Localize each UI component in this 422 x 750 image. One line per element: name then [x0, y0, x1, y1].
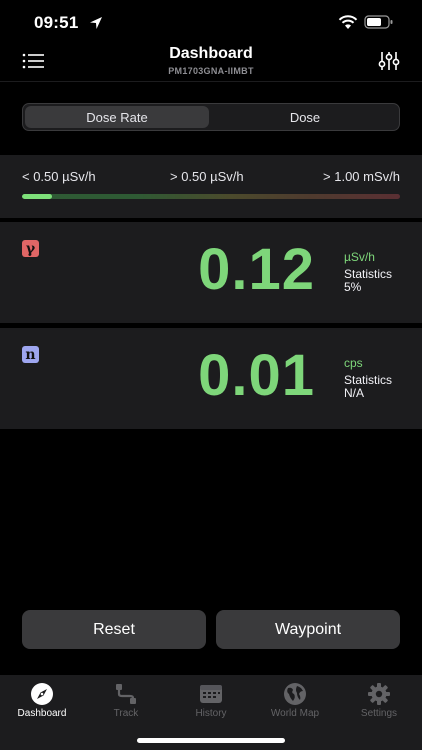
waypoint-button[interactable]: Waypoint [216, 610, 400, 649]
gamma-statistics: Statistics 5% [344, 268, 392, 294]
device-id: PM1703GNA-IIMBT [168, 66, 254, 76]
location-arrow-icon [90, 17, 102, 29]
page-title: Dashboard [169, 45, 253, 62]
tab-settings-label: Settings [360, 708, 398, 719]
calendar-icon [198, 682, 224, 706]
range-label-high: > 1.00 mSv/h [323, 169, 400, 184]
home-indicator[interactable] [137, 738, 285, 743]
tab-dashboard[interactable]: Dashboard [0, 682, 84, 719]
compass-icon [29, 682, 55, 706]
nav-divider [0, 81, 422, 82]
neutron-badge-icon: n [22, 346, 39, 363]
tab-world-map[interactable]: World Map [253, 682, 337, 719]
tab-settings[interactable]: Settings [337, 682, 421, 719]
range-label-low: < 0.50 µSv/h [22, 169, 96, 184]
wifi-icon [338, 15, 358, 29]
gamma-card: γ 0.12 µSv/h Statistics 5% [0, 222, 422, 323]
status-time: 09:51 [34, 13, 79, 32]
sliders-icon[interactable] [378, 51, 400, 71]
segment-dose[interactable]: Dose [213, 106, 397, 128]
tab-track[interactable]: Track [84, 682, 168, 719]
range-label-mid: > 0.50 µSv/h [170, 169, 244, 184]
neutron-value: 0.01 [198, 343, 315, 408]
battery-icon [364, 15, 393, 29]
globe-icon [282, 682, 308, 706]
neutron-unit: cps [344, 356, 363, 370]
tab-history-label: History [195, 708, 227, 719]
segment-dose-rate[interactable]: Dose Rate [25, 106, 209, 128]
reset-button[interactable]: Reset [22, 610, 206, 649]
gamma-unit: µSv/h [344, 250, 375, 264]
gear-icon [366, 682, 392, 706]
range-level-fill [22, 194, 53, 199]
range-level-bar [22, 194, 400, 199]
mode-segmented-control: Dose Rate Dose [22, 103, 400, 131]
gamma-stat-value: 5% [344, 280, 362, 294]
dose-rate-range-panel: < 0.50 µSv/h > 0.50 µSv/h > 1.00 mSv/h [0, 155, 422, 218]
tab-history[interactable]: History [169, 682, 253, 719]
tab-world-map-label: World Map [270, 708, 320, 719]
tab-dashboard-label: Dashboard [17, 708, 67, 719]
tab-track-label: Track [113, 708, 139, 719]
gamma-value: 0.12 [198, 237, 315, 302]
neutron-card: n 0.01 cps Statistics N/A [0, 328, 422, 429]
track-icon [113, 682, 139, 706]
neutron-stat-value: N/A [344, 386, 365, 400]
neutron-statistics: Statistics N/A [344, 374, 392, 400]
gamma-badge-icon: γ [22, 240, 39, 257]
